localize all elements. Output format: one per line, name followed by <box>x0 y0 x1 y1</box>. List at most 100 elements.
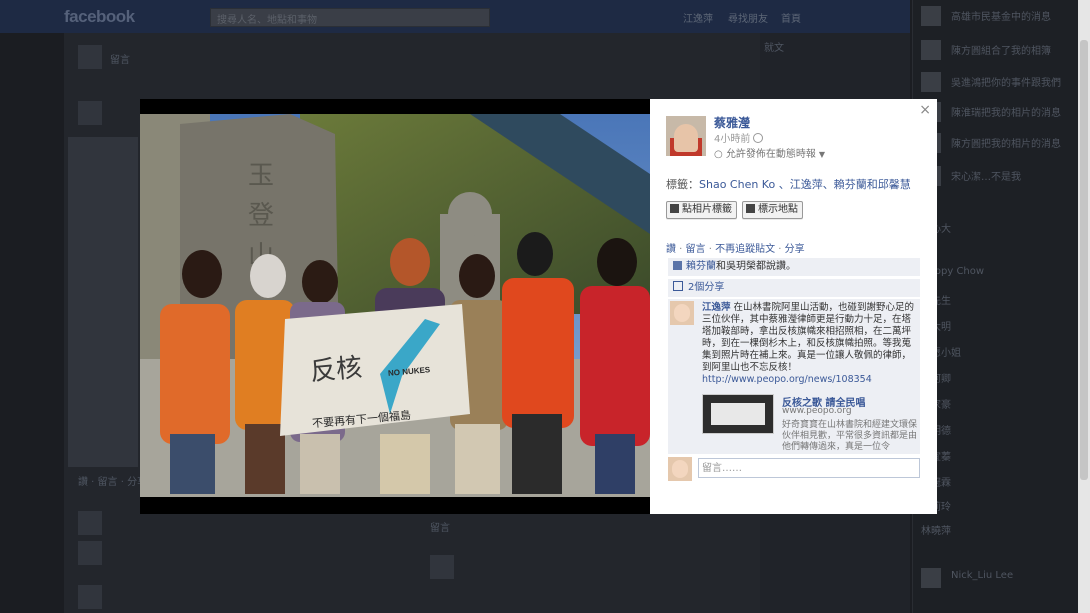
comment-body: 江逸萍 在山林書院阿里山活動，也碰到謝野心足的三位伙伴，其中蔡雅瀅律師更是行動力… <box>702 302 920 386</box>
sidebar-item-label: 高雄市民基金中的消息 <box>951 12 1051 23</box>
sidebar-item-label: 林曉萍 <box>921 526 951 537</box>
sidebar-item[interactable]: Nick_Liu Lee <box>921 568 1071 588</box>
share-icon <box>673 281 683 291</box>
tag-list: 標籤：Shao Chen Ko 、江逸萍、賴芬蘭和邱馨慧 <box>666 176 911 192</box>
chevron-down-icon: ▼ <box>818 150 826 159</box>
nav-home[interactable]: 首頁 <box>781 10 801 25</box>
sidebar-item-label: 陳方圓把我的相片的消息 <box>951 139 1061 150</box>
close-icon[interactable]: × <box>919 102 931 118</box>
nav-profile[interactable]: 江逸萍 <box>683 10 713 25</box>
page-scrollbar[interactable] <box>1078 0 1090 613</box>
search-input[interactable]: 搜尋人名、地點和事物 <box>210 8 490 27</box>
sidebar-item[interactable]: 陳淮瑞把我的相片的消息 <box>921 102 1071 122</box>
likes-text: 和吳玥榮都說讚。 <box>716 261 796 272</box>
globe-icon <box>753 133 764 143</box>
post-time-label: 4小時前 <box>714 134 751 145</box>
add-location-label: 標示地點 <box>758 204 798 215</box>
link-preview-thumbnail[interactable] <box>702 394 774 434</box>
svg-text:登: 登 <box>248 201 274 231</box>
top-bar: facebook 搜尋人名、地點和事物 江逸萍 尋找朋友 首頁 <box>0 0 910 33</box>
feed-avatar <box>430 555 454 579</box>
avatar <box>921 40 941 60</box>
sidebar-item[interactable]: 安心大 <box>921 218 1071 236</box>
share-link[interactable]: 分享 <box>785 244 805 255</box>
banner-text: 反核 <box>309 352 364 388</box>
sidebar-item[interactable]: Happy Chow <box>921 264 1071 282</box>
sidebar-item-label: 吳進鴻把你的事件跟我們 <box>951 78 1061 89</box>
likers-link[interactable]: 賴芬蘭 <box>686 261 716 272</box>
group-photo: 玉 登 山 <box>140 114 650 497</box>
shares-summary[interactable]: 2個分享 <box>668 279 920 297</box>
scrollbar-thumb[interactable] <box>1080 40 1088 480</box>
nav-find-friends[interactable]: 尋找朋友 <box>728 10 768 25</box>
sidebar-item[interactable]: 陳冠霖 <box>921 472 1071 490</box>
feed-snippet: 讚 · 留言 · 分享 <box>78 477 148 488</box>
comment-link[interactable]: 留言 <box>686 244 706 255</box>
add-location-button[interactable]: 標示地點 <box>742 201 803 219</box>
sidebar-item[interactable]: 蔡宜蓁 <box>921 446 1071 464</box>
feed-snippet: 留言 <box>430 523 450 534</box>
sidebar-item[interactable]: 宋心潔…不是我 <box>921 166 1071 186</box>
post-actions: 讚 · 留言 · 不再追蹤貼文 · 分享 <box>666 244 805 255</box>
owner-name[interactable]: 蔡雅瀅 <box>714 114 750 131</box>
tag-icon <box>670 204 679 213</box>
sidebar-item[interactable]: 陳莉玲 <box>921 496 1071 514</box>
tag-photo-label: 點相片標籤 <box>682 204 732 215</box>
search-placeholder: 搜尋人名、地點和事物 <box>217 15 317 26</box>
comment-item: 江逸萍 在山林書院阿里山活動，也碰到謝野心足的三位伙伴，其中蔡雅瀅律師更是行動力… <box>668 299 920 454</box>
link-preview[interactable]: 反核之歌 請全民唱 www.peopo.org 好奇寶寶在山林書院和經建文環保伙… <box>702 394 920 454</box>
tags-prefix: 標籤： <box>666 178 699 191</box>
timeline-permission-label: 允許發佈在動態時報 <box>725 149 816 160</box>
tag-photo-button[interactable]: 點相片標籤 <box>666 201 737 219</box>
location-pin-icon <box>746 204 755 213</box>
facebook-logo[interactable]: facebook <box>64 7 135 27</box>
svg-text:玉: 玉 <box>248 161 274 191</box>
tagged-people[interactable]: Shao Chen Ko 、江逸萍、賴芬蘭和邱馨慧 <box>699 178 911 191</box>
sidebar-item[interactable]: 劉先生 <box>921 290 1071 308</box>
sidebar-item[interactable]: 高雄市民基金中的消息 <box>921 6 1071 26</box>
photo-stage[interactable]: 玉 登 山 <box>140 99 650 514</box>
sidebar-item-label: 宋心潔…不是我 <box>951 172 1021 183</box>
photo-viewer: 玉 登 山 <box>140 99 937 514</box>
sidebar-item[interactable]: 吳大明 <box>921 316 1071 334</box>
feed-avatar <box>78 585 102 609</box>
sidebar-item-label: 陳方圓組合了我的相簿 <box>951 46 1051 57</box>
post-time[interactable]: 4小時前 <box>714 130 764 145</box>
likes-summary: 賴芬蘭和吳玥榮都說讚。 <box>668 258 920 276</box>
comment-input[interactable]: 留言…… <box>698 458 920 478</box>
comment-text: 在山林書院阿里山活動，也碰到謝野心足的三位伙伴，其中蔡雅瀅律師更是行動力十足，在… <box>702 302 915 373</box>
avatar <box>921 6 941 26</box>
owner-avatar[interactable] <box>666 116 706 156</box>
shares-count: 2個分享 <box>688 282 725 293</box>
sidebar-item[interactable]: 林曉萍 <box>921 520 1071 538</box>
sidebar-item-label: 陳淮瑞把我的相片的消息 <box>951 108 1061 119</box>
avatar <box>921 72 941 92</box>
current-user-avatar <box>668 457 692 481</box>
feed-image <box>68 137 138 467</box>
sidebar-item[interactable]: 陳方圓組合了我的相簿 <box>921 40 1071 60</box>
feed-avatar <box>78 101 102 125</box>
feed-avatar <box>78 541 102 565</box>
sidebar-item[interactable]: 李阿卿 <box>921 368 1071 386</box>
link-preview-text: 好奇寶寶在山林書院和經建文環保伙伴相見歡，平常很多資訊都是由他們轉傳過來，真是一… <box>782 420 918 452</box>
like-link[interactable]: 讚 <box>666 244 676 255</box>
sidebar-item[interactable]: 劉明德 <box>921 420 1071 438</box>
commenter-avatar[interactable] <box>670 301 694 325</box>
sidebar-item[interactable]: 陳方圓把我的相片的消息 <box>921 133 1071 153</box>
commenter-name[interactable]: 江逸萍 <box>702 302 731 313</box>
feed-avatar <box>78 511 102 535</box>
link-preview-domain: www.peopo.org <box>782 406 852 416</box>
sidebar-item[interactable]: 吳進鴻把你的事件跟我們 <box>921 72 1071 92</box>
comment-link-url[interactable]: http://www.peopo.org/news/108354 <box>702 374 872 385</box>
ticker-label: 就文 <box>764 43 784 54</box>
photo-side-panel: × 蔡雅瀅 4小時前 ○ 允許發佈在動態時報 ▼ 標籤：Shao Chen Ko … <box>650 99 937 514</box>
feed-snippet: 留言 <box>110 55 130 66</box>
avatar <box>921 568 941 588</box>
sidebar-item[interactable]: 心愿小姐 <box>921 342 1071 360</box>
sidebar-item[interactable]: 吳家豪 <box>921 394 1071 412</box>
unfollow-link[interactable]: 不再追蹤貼文 <box>715 244 775 255</box>
right-sidebar: 高雄市民基金中的消息 陳方圓組合了我的相簿 吳進鴻把你的事件跟我們 陳淮瑞把我的… <box>912 0 1079 613</box>
like-thumb-icon <box>673 261 682 270</box>
timeline-permission-dropdown[interactable]: ○ 允許發佈在動態時報 ▼ <box>714 145 825 160</box>
feed-avatar <box>78 45 102 69</box>
